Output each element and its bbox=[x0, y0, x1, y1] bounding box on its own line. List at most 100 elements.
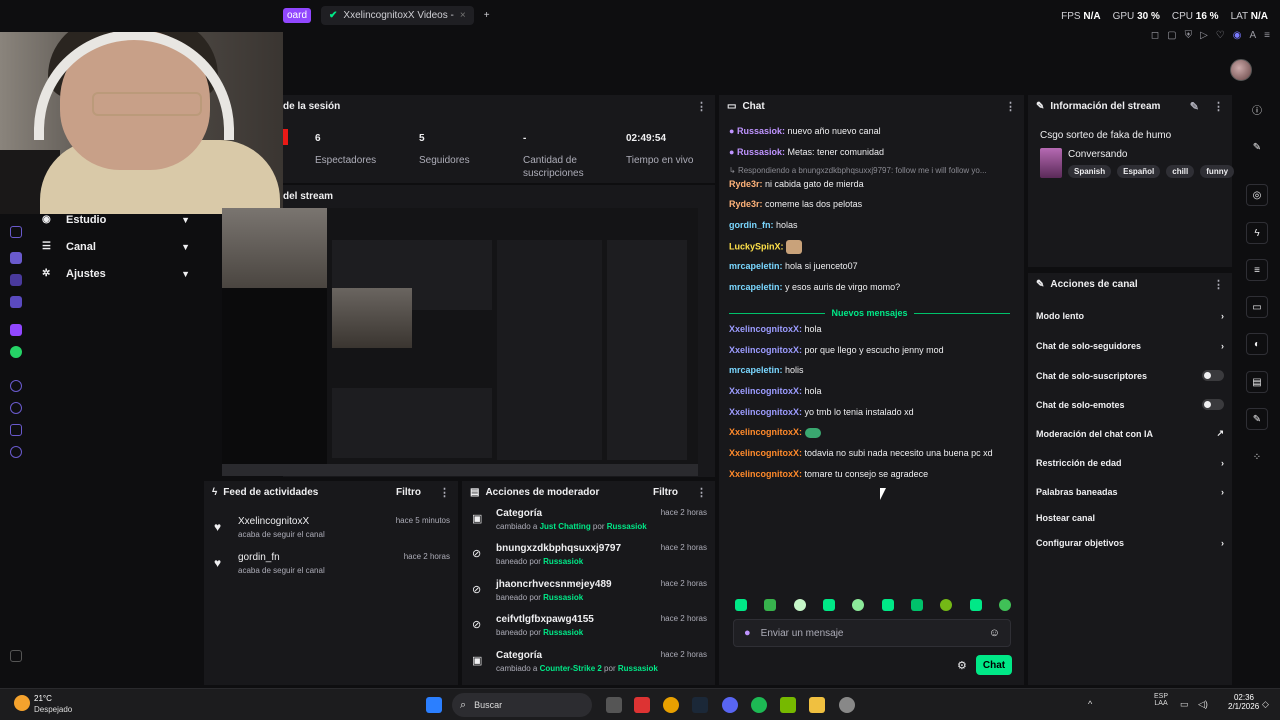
network-icon[interactable]: ▭ bbox=[1180, 699, 1189, 710]
app-icon[interactable] bbox=[839, 697, 855, 713]
emote-icon[interactable] bbox=[793, 599, 806, 611]
windows-start-icon[interactable] bbox=[426, 697, 442, 713]
mic-icon[interactable]: ● bbox=[744, 627, 751, 639]
camera-icon[interactable]: ◎ bbox=[1246, 184, 1268, 206]
list-item[interactable]: ⊘ ceifvtlgfbxpawg4155 baneado por Russas… bbox=[472, 614, 707, 646]
stream-preview[interactable] bbox=[222, 208, 698, 476]
tag[interactable]: chill bbox=[1166, 165, 1195, 178]
tab-partial[interactable]: oard bbox=[283, 7, 312, 23]
m-icon[interactable] bbox=[10, 296, 22, 308]
gear-icon[interactable] bbox=[10, 446, 22, 458]
twitch-icon[interactable] bbox=[10, 324, 22, 336]
discord-icon[interactable] bbox=[722, 697, 738, 713]
wrench-icon[interactable]: ✎ bbox=[1246, 408, 1268, 430]
panel-icon[interactable]: ▤ bbox=[1246, 371, 1268, 393]
emote-icon[interactable] bbox=[735, 599, 747, 611]
list-item[interactable]: ⊘ jhaoncrhvecsnmejey489 baneado por Russ… bbox=[472, 579, 707, 611]
close-icon[interactable]: × bbox=[460, 10, 466, 21]
gx-icon[interactable] bbox=[10, 650, 22, 662]
emote-icon[interactable] bbox=[852, 599, 865, 611]
nav-item-estudio[interactable]: ◉ Estudio ▼ bbox=[30, 206, 200, 233]
task-view-icon[interactable] bbox=[606, 697, 622, 713]
action-host-channel[interactable]: Hostear canal bbox=[1036, 513, 1224, 523]
emote-icon[interactable] bbox=[910, 599, 923, 611]
send-chat-button[interactable]: Chat bbox=[976, 655, 1012, 675]
list-icon[interactable]: ≡ bbox=[1246, 259, 1268, 281]
extension-icon[interactable]: ◉ bbox=[1233, 30, 1242, 41]
tag[interactable]: Español bbox=[1117, 165, 1161, 178]
bolt-icon[interactable]: ϟ bbox=[1246, 222, 1268, 244]
nav-item-ajustes[interactable]: ✲ Ajustes ▼ bbox=[30, 260, 200, 287]
window-icon[interactable]: ▢ bbox=[1167, 30, 1176, 41]
clock[interactable]: 02:36 2/1/2026 bbox=[1228, 693, 1259, 711]
app-icon[interactable] bbox=[10, 252, 22, 264]
broadcast-icon[interactable]: ◐ bbox=[1246, 333, 1268, 355]
list-item[interactable]: ♥ XxelincognitoxX acaba de seguir el can… bbox=[214, 516, 450, 548]
more-icon[interactable]: ⋮ bbox=[1213, 100, 1224, 113]
emote-icon[interactable] bbox=[764, 599, 777, 611]
more-icon[interactable]: ⋮ bbox=[696, 100, 707, 113]
steam-icon[interactable] bbox=[692, 697, 708, 713]
circle-icon[interactable] bbox=[10, 380, 22, 392]
heart-icon[interactable]: ♡ bbox=[1216, 30, 1225, 41]
more-icon[interactable]: ⋮ bbox=[1005, 100, 1016, 113]
emote-icon[interactable] bbox=[881, 599, 894, 611]
pencil-icon[interactable]: ✎ bbox=[1246, 136, 1268, 158]
more-icon[interactable]: ⋮ bbox=[696, 486, 707, 499]
action-followers-only[interactable]: Chat de solo-seguidores › bbox=[1036, 341, 1224, 351]
emote-icon[interactable] bbox=[998, 599, 1011, 611]
opera-gx-icon[interactable] bbox=[634, 697, 650, 713]
emote-icon[interactable] bbox=[822, 599, 835, 611]
emote-icon[interactable] bbox=[969, 599, 982, 611]
spotify-icon[interactable] bbox=[751, 697, 767, 713]
notification-icon[interactable]: ◇ bbox=[1262, 699, 1269, 710]
emotes-only-toggle[interactable] bbox=[1202, 399, 1224, 410]
settings-icon[interactable] bbox=[10, 226, 22, 238]
bookmark-icon[interactable]: ◻ bbox=[1151, 30, 1159, 41]
cube-icon[interactable] bbox=[10, 424, 22, 436]
list-item[interactable]: ▣ Categoría cambiado a Just Chatting por… bbox=[472, 508, 707, 540]
chat-input[interactable]: ● Enviar un mensaje ☺ bbox=[733, 619, 1011, 647]
nvidia-icon[interactable] bbox=[780, 697, 796, 713]
taskbar-search[interactable]: ⌕ Buscar bbox=[452, 693, 592, 717]
action-ai-moderation[interactable]: Moderación del chat con IA ↗ bbox=[1036, 428, 1224, 439]
tab-videos[interactable]: ✔ XxelincognitoxX Videos - × bbox=[321, 5, 474, 25]
info-icon[interactable]: ⓘ bbox=[1246, 98, 1268, 120]
filter-button[interactable]: Filtro bbox=[653, 487, 678, 498]
list-item[interactable]: ⊘ bnungxzdkbphqsuxxj9797 baneado por Rus… bbox=[472, 543, 707, 575]
weather-temp[interactable]: 21°C bbox=[34, 694, 52, 703]
subs-only-toggle[interactable] bbox=[1202, 370, 1224, 381]
nav-item-canal[interactable]: ☰ Canal ▼ bbox=[30, 233, 200, 260]
language-indicator[interactable]: ESP LAA bbox=[1154, 693, 1168, 707]
avatar[interactable] bbox=[1230, 59, 1252, 81]
dots-icon[interactable]: ⁘ bbox=[1246, 446, 1268, 468]
emote-icon[interactable] bbox=[940, 599, 953, 611]
action-age-restriction[interactable]: Restricción de edad › bbox=[1036, 458, 1224, 468]
filter-button[interactable]: Filtro bbox=[396, 487, 421, 498]
chat-bubble-icon[interactable]: ▭ bbox=[1246, 296, 1268, 318]
clock-icon[interactable] bbox=[10, 402, 22, 414]
list-item[interactable]: ♥ gordin_fn acaba de seguir el canal hac… bbox=[214, 552, 450, 584]
new-messages-divider[interactable]: Nuevos mensajes bbox=[729, 307, 1011, 319]
play-icon[interactable]: ▷ bbox=[1200, 30, 1208, 41]
shield-icon[interactable]: ⛨ bbox=[1185, 30, 1193, 41]
new-tab-button[interactable]: + bbox=[484, 10, 490, 21]
volume-icon[interactable]: ◁) bbox=[1198, 699, 1208, 710]
more-icon[interactable]: ⋮ bbox=[1213, 278, 1224, 291]
emoji-icon[interactable]: ☺ bbox=[989, 627, 1000, 639]
more-icon[interactable]: ⋮ bbox=[439, 486, 450, 499]
action-slow-mode[interactable]: Modo lento › bbox=[1036, 311, 1224, 321]
image-icon[interactable] bbox=[10, 274, 22, 286]
tag[interactable]: Spanish bbox=[1068, 165, 1112, 178]
action-goals[interactable]: Configurar objetivos › bbox=[1036, 538, 1224, 548]
gear-icon[interactable]: ⚙ bbox=[957, 659, 967, 672]
weather-desc[interactable]: Despejado bbox=[34, 705, 72, 714]
menu-icon[interactable]: ≡ bbox=[1264, 30, 1270, 41]
ai-icon[interactable]: A bbox=[1249, 30, 1256, 41]
chevron-up-icon[interactable]: ^ bbox=[1088, 699, 1092, 709]
chrome-icon[interactable] bbox=[663, 697, 679, 713]
tag[interactable]: funny bbox=[1200, 165, 1235, 178]
action-banned-words[interactable]: Palabras baneadas › bbox=[1036, 487, 1224, 497]
whatsapp-icon[interactable] bbox=[10, 346, 22, 358]
list-item[interactable]: ▣ Categoría cambiado a Counter-Strike 2 … bbox=[472, 650, 707, 682]
